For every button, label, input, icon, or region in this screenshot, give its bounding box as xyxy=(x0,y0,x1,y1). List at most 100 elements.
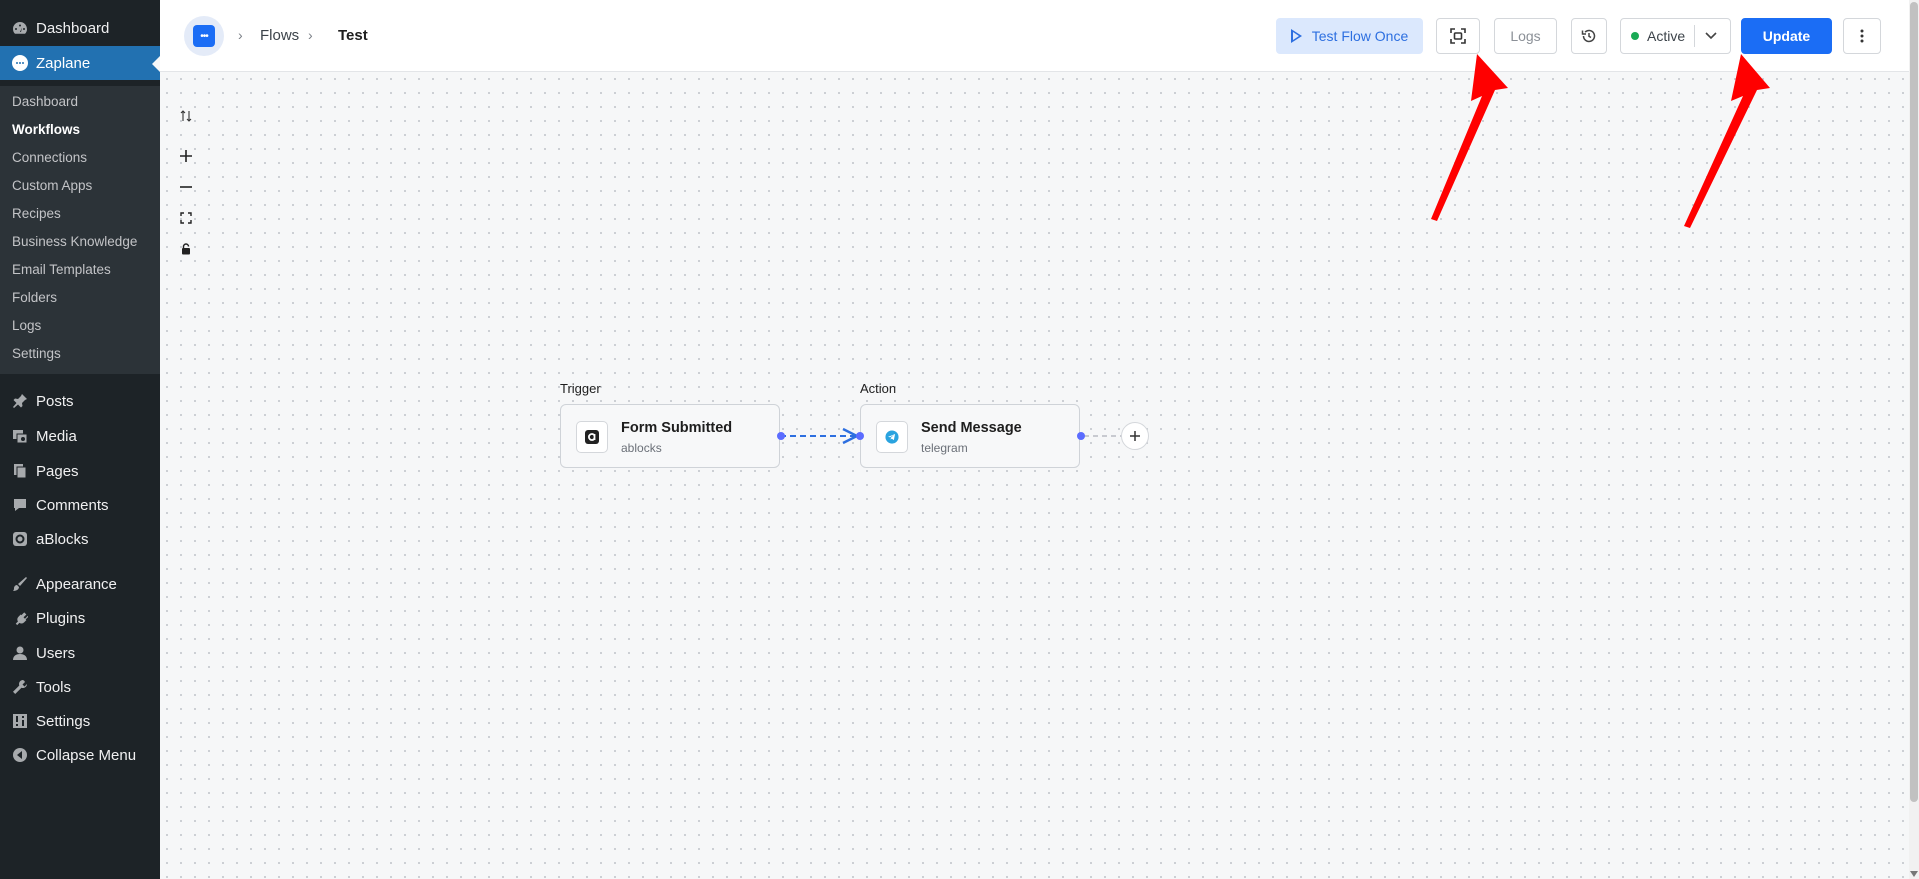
trigger-label: Trigger xyxy=(560,381,601,396)
test-flow-once-button[interactable]: Test Flow Once xyxy=(1276,18,1423,54)
comments-icon xyxy=(10,495,30,515)
action-title: Send Message xyxy=(921,420,1022,436)
paintbrush-icon xyxy=(10,574,30,594)
submenu-item-folders[interactable]: Folders xyxy=(0,284,160,312)
zaplane-logo-icon: ••• xyxy=(193,25,215,47)
breadcrumb-current-flow: Test xyxy=(338,27,368,44)
sidebar-item-label: Tools xyxy=(36,678,72,696)
sidebar-item-zaplane[interactable]: Zaplane xyxy=(0,46,160,80)
sidebar-item-label: Plugins xyxy=(36,609,86,627)
status-label: Active xyxy=(1647,28,1686,44)
more-vertical-icon xyxy=(1860,29,1864,43)
lock-icon[interactable] xyxy=(176,239,196,259)
update-button[interactable]: Update xyxy=(1741,18,1832,54)
sidebar-item-label: Appearance xyxy=(36,575,117,593)
wrench-icon xyxy=(10,677,30,697)
trigger-app-name: ablocks xyxy=(621,441,662,455)
sidebar-item-label: Settings xyxy=(36,712,91,730)
page-scrollbar[interactable] xyxy=(1909,0,1919,879)
zaplane-logo[interactable]: ••• xyxy=(184,16,224,56)
update-label: Update xyxy=(1762,28,1811,44)
screenshot-icon xyxy=(1450,28,1466,44)
telegram-icon xyxy=(876,421,908,453)
zoom-out-icon[interactable] xyxy=(176,177,196,197)
status-select[interactable]: Active xyxy=(1620,18,1731,54)
scroll-down-arrow-icon[interactable] xyxy=(1910,871,1918,877)
submenu-item-dashboard[interactable]: Dashboard xyxy=(0,88,160,116)
sidebar-item-media[interactable]: Media xyxy=(0,419,160,453)
collapse-icon xyxy=(10,745,30,765)
sort-direction-icon[interactable] xyxy=(176,106,196,126)
action-label: Action xyxy=(860,381,897,396)
more-options-button[interactable] xyxy=(1843,18,1881,54)
plugin-icon xyxy=(10,608,30,628)
sidebar-item-label: Collapse Menu xyxy=(36,746,137,764)
sidebar-item-posts[interactable]: Posts xyxy=(0,384,160,418)
chevron-down-icon[interactable] xyxy=(1704,27,1718,45)
action-input-handle[interactable] xyxy=(856,432,864,440)
sidebar-item-comments[interactable]: Comments xyxy=(0,488,160,522)
chevron-right-icon: › xyxy=(308,27,313,43)
history-button[interactable] xyxy=(1571,18,1607,54)
plus-icon xyxy=(1130,431,1140,441)
play-icon xyxy=(1290,29,1302,43)
sidebar-item-appearance[interactable]: Appearance xyxy=(0,567,160,601)
sidebar-item-label: Dashboard xyxy=(36,19,110,37)
sidebar-item-settings[interactable]: Settings xyxy=(0,704,160,738)
sidebar-item-dashboard[interactable]: Dashboard xyxy=(0,11,160,45)
chevron-right-icon: › xyxy=(238,27,243,43)
submenu-item-business-knowledge[interactable]: Business Knowledge xyxy=(0,228,160,256)
sidebar-item-tools[interactable]: Tools xyxy=(0,670,160,704)
submenu-item-connections[interactable]: Connections xyxy=(0,144,160,172)
sidebar-item-label: Users xyxy=(36,644,76,662)
submenu-item-settings[interactable]: Settings xyxy=(0,340,160,368)
submenu-item-logs[interactable]: Logs xyxy=(0,312,160,340)
ablocks-icon xyxy=(10,529,30,549)
trigger-title: Form Submitted xyxy=(621,420,733,436)
ablocks-icon xyxy=(576,421,608,453)
action-output-handle[interactable] xyxy=(1077,432,1085,440)
history-icon xyxy=(1581,29,1596,43)
zaplane-icon xyxy=(10,53,30,73)
fit-view-icon[interactable] xyxy=(176,208,196,228)
zaplane-submenu: Dashboard Workflows Connections Custom A… xyxy=(0,86,160,374)
submenu-item-recipes[interactable]: Recipes xyxy=(0,200,160,228)
add-step-button[interactable] xyxy=(1121,422,1149,450)
flow-header: ••• › Flows › Test Test Flow Once Logs A… xyxy=(160,0,1909,72)
pages-icon xyxy=(10,461,30,481)
zoom-in-icon[interactable] xyxy=(176,146,196,166)
test-flow-label: Test Flow Once xyxy=(1311,28,1409,44)
sidebar-item-ablocks[interactable]: aBlocks xyxy=(0,522,160,556)
sidebar-item-label: Zaplane xyxy=(36,54,91,72)
sidebar-item-label: Comments xyxy=(36,496,109,514)
sidebar-item-label: Posts xyxy=(36,392,74,410)
action-node[interactable]: Send Message telegram xyxy=(860,404,1080,468)
sidebar-item-plugins[interactable]: Plugins xyxy=(0,601,160,635)
action-app-name: telegram xyxy=(921,441,968,455)
submenu-item-email-templates[interactable]: Email Templates xyxy=(0,256,160,284)
active-status-dot xyxy=(1631,32,1639,40)
scrollbar-thumb[interactable] xyxy=(1910,2,1918,802)
flow-canvas[interactable]: Trigger Form Submitted ablocks Action Se… xyxy=(160,72,1909,879)
user-icon xyxy=(10,643,30,663)
collapse-menu-button[interactable]: Collapse Menu xyxy=(0,738,160,772)
sidebar-item-label: Pages xyxy=(36,462,79,480)
trigger-output-handle[interactable] xyxy=(777,432,785,440)
admin-sidebar: Dashboard Zaplane Dashboard Workflows Co… xyxy=(0,0,160,879)
breadcrumb-flows[interactable]: Flows xyxy=(260,27,299,44)
logs-button[interactable]: Logs xyxy=(1494,18,1557,54)
dashboard-icon xyxy=(10,18,30,38)
flow-edges xyxy=(780,427,1122,445)
sidebar-item-users[interactable]: Users xyxy=(0,636,160,670)
edge-arrowhead xyxy=(842,427,860,445)
settings-sliders-icon xyxy=(10,711,30,731)
logs-label: Logs xyxy=(1510,28,1541,44)
submenu-item-workflows[interactable]: Workflows xyxy=(0,116,160,144)
submenu-item-custom-apps[interactable]: Custom Apps xyxy=(0,172,160,200)
screenshot-button[interactable] xyxy=(1436,18,1480,54)
sidebar-item-label: aBlocks xyxy=(36,530,89,548)
media-icon xyxy=(10,426,30,446)
trigger-node[interactable]: Form Submitted ablocks xyxy=(560,404,780,468)
sidebar-item-pages[interactable]: Pages xyxy=(0,454,160,488)
pin-icon xyxy=(10,391,30,411)
